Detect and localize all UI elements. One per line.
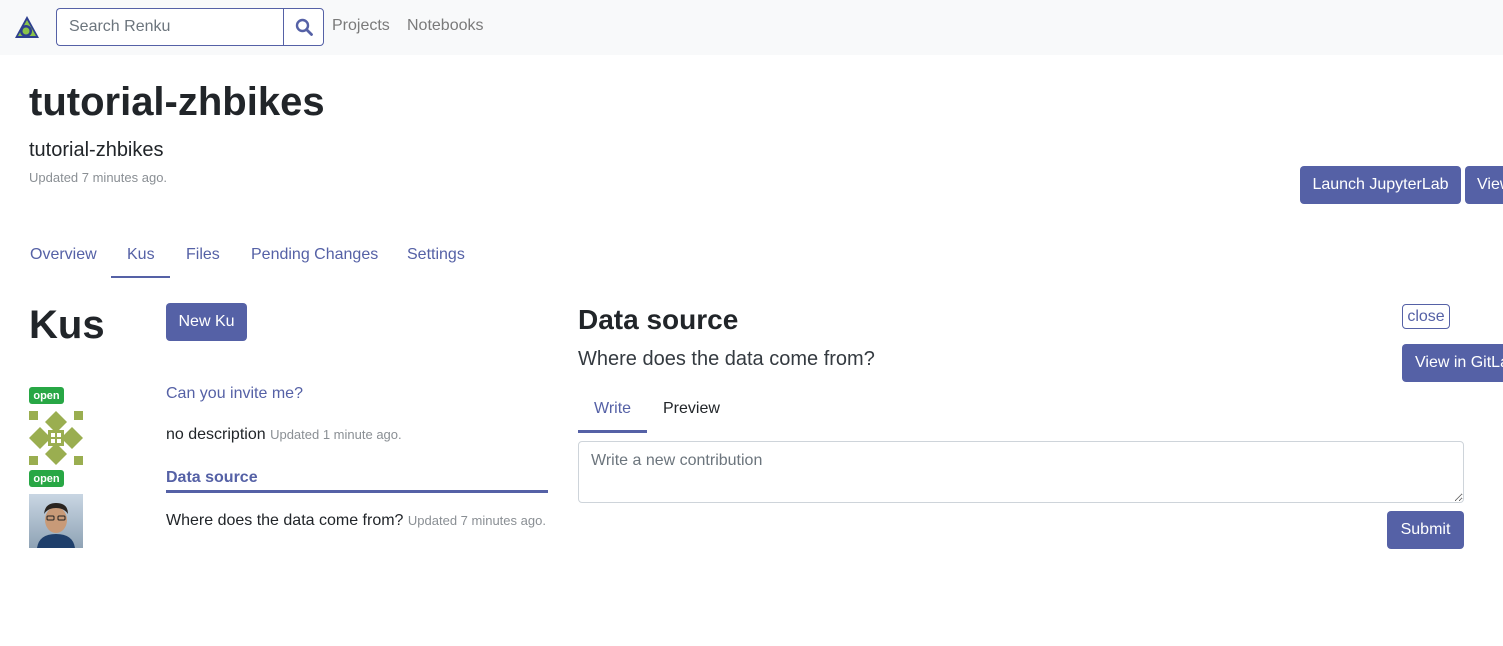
active-subtab-indicator	[578, 430, 647, 433]
top-navbar: Projects Notebooks	[0, 0, 1503, 55]
tab-overview[interactable]: Overview	[30, 246, 97, 264]
active-tab-indicator	[111, 276, 170, 278]
tab-files[interactable]: Files	[186, 246, 220, 264]
project-title: tutorial-zhbikes	[29, 80, 325, 124]
launch-jupyterlab-button[interactable]: Launch JupyterLab	[1300, 166, 1461, 204]
renku-logo-icon[interactable]	[13, 14, 41, 42]
close-button[interactable]: close	[1402, 304, 1450, 329]
search-button[interactable]	[283, 8, 324, 46]
selected-ku-indicator	[166, 490, 548, 493]
ku-detail-description: Where does the data come from?	[578, 348, 875, 370]
ku-item-description: no description Updated 1 minute ago.	[166, 426, 402, 444]
project-subtitle: tutorial-zhbikes	[29, 139, 164, 161]
view-button[interactable]: View	[1465, 166, 1503, 204]
tab-kus[interactable]: Kus	[127, 246, 155, 264]
status-badge: open	[29, 470, 64, 487]
tab-preview[interactable]: Preview	[663, 400, 720, 418]
ku-detail-title: Data source	[578, 304, 739, 335]
search-icon	[295, 18, 313, 36]
tab-write[interactable]: Write	[594, 400, 631, 418]
status-badge: open	[29, 387, 64, 404]
ku-item-title-selected[interactable]: Data source	[166, 469, 258, 487]
ku-description-text: Where does the data come from?	[166, 512, 404, 529]
search-input[interactable]	[56, 8, 283, 46]
submit-button[interactable]: Submit	[1387, 511, 1464, 549]
ku-updated-timestamp: Updated 1 minute ago.	[270, 427, 402, 442]
tab-pending-changes[interactable]: Pending Changes	[251, 246, 378, 264]
user-photo-avatar	[29, 494, 83, 548]
ku-updated-timestamp: Updated 7 minutes ago.	[407, 513, 546, 528]
nav-link-projects[interactable]: Projects	[332, 17, 390, 35]
ku-item-description: Where does the data come from? Updated 7…	[166, 512, 546, 530]
view-in-gitlab-button[interactable]: View in GitLab	[1402, 344, 1503, 382]
ku-item-title[interactable]: Can you invite me?	[166, 385, 303, 403]
contribution-textarea[interactable]	[578, 441, 1464, 503]
tab-settings[interactable]: Settings	[407, 246, 465, 264]
ku-description-text: no description	[166, 426, 266, 443]
identicon-avatar	[29, 411, 83, 465]
nav-link-notebooks[interactable]: Notebooks	[407, 17, 484, 35]
new-ku-button[interactable]: New Ku	[166, 303, 247, 341]
kus-heading: Kus	[29, 303, 105, 347]
project-updated-timestamp: Updated 7 minutes ago.	[29, 170, 168, 185]
